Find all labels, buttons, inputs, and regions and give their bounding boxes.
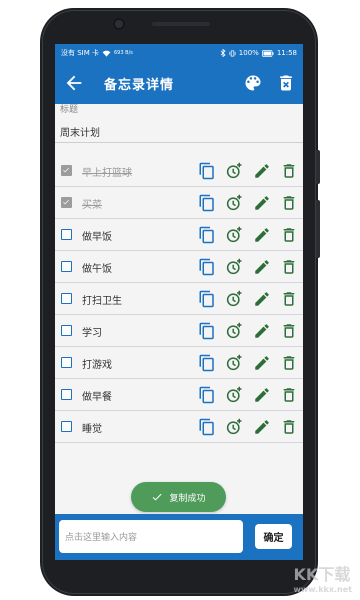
check-icon	[153, 493, 162, 501]
list-item: 打游戏	[55, 347, 303, 379]
item-checkbox[interactable]	[61, 421, 72, 432]
palette-icon[interactable]	[243, 73, 263, 93]
earpiece-speaker	[152, 22, 210, 26]
alarm-add-icon[interactable]	[225, 226, 243, 244]
checkmark-icon	[63, 167, 69, 173]
clock: 11:58	[276, 49, 297, 57]
delete-icon[interactable]	[280, 258, 298, 276]
copy-icon[interactable]	[198, 386, 216, 404]
list-item: 做午饭	[55, 251, 303, 283]
title-field[interactable]: 周末计划	[60, 124, 100, 139]
edit-icon[interactable]	[253, 354, 271, 372]
front-camera	[113, 18, 125, 30]
delete-icon[interactable]	[280, 354, 298, 372]
alarm-add-icon[interactable]	[225, 418, 243, 436]
delete-icon[interactable]	[280, 418, 298, 436]
edit-icon[interactable]	[253, 194, 271, 212]
item-text: 做午饭	[82, 264, 112, 275]
delete-icon[interactable]	[280, 226, 298, 244]
volume-button	[316, 150, 320, 184]
copy-icon[interactable]	[198, 162, 216, 180]
toast-message: 复制成功	[131, 482, 226, 512]
vibrate-icon	[229, 50, 236, 56]
app-screen: 没有 SIM 卡 693 B/s 100% 11:58 备忘录详情 标题 周末计…	[55, 44, 303, 560]
item-checkbox[interactable]	[61, 165, 72, 176]
edit-icon[interactable]	[253, 418, 271, 436]
item-text: 睡觉	[82, 424, 102, 435]
item-checkbox[interactable]	[61, 197, 72, 208]
copy-icon[interactable]	[198, 418, 216, 436]
delete-icon[interactable]	[280, 386, 298, 404]
delete-icon[interactable]	[280, 322, 298, 340]
checkmark-icon	[63, 199, 69, 205]
alarm-add-icon[interactable]	[225, 258, 243, 276]
app-bar: 备忘录详情	[55, 62, 303, 104]
list-item: 做早饭	[55, 219, 303, 251]
item-text: 学习	[82, 328, 102, 339]
alarm-add-icon[interactable]	[225, 290, 243, 308]
copy-icon[interactable]	[198, 258, 216, 276]
item-text: 早上打篮球	[82, 168, 132, 179]
copy-icon[interactable]	[198, 226, 216, 244]
item-checkbox[interactable]	[61, 389, 72, 400]
wifi-icon	[102, 50, 111, 57]
list-item: 打扫卫生	[55, 283, 303, 315]
copy-icon[interactable]	[198, 194, 216, 212]
edit-icon[interactable]	[253, 322, 271, 340]
list-item: 睡觉	[55, 411, 303, 443]
alarm-add-icon[interactable]	[225, 354, 243, 372]
toast-text: 复制成功	[169, 493, 206, 504]
item-text: 做早餐	[82, 392, 112, 403]
delete-icon[interactable]	[280, 162, 298, 180]
edit-icon[interactable]	[253, 290, 271, 308]
network-speed: 693 B/s	[114, 49, 133, 56]
watermark-logo: KK下载 www.kkx.net	[294, 561, 352, 594]
watermark-text: KK下载	[293, 565, 351, 584]
list-item: 做早餐	[55, 379, 303, 411]
item-text: 做早饭	[82, 232, 112, 243]
bluetooth-icon	[220, 49, 226, 57]
item-checkbox[interactable]	[61, 261, 72, 272]
alarm-add-icon[interactable]	[225, 162, 243, 180]
edit-icon[interactable]	[253, 258, 271, 276]
status-bar: 没有 SIM 卡 693 B/s 100% 11:58	[55, 44, 303, 62]
title-underline	[55, 142, 303, 143]
item-checkbox[interactable]	[61, 325, 72, 336]
edit-icon[interactable]	[253, 226, 271, 244]
copy-icon[interactable]	[198, 354, 216, 372]
page-title: 备忘录详情	[104, 78, 175, 93]
alarm-add-icon[interactable]	[225, 386, 243, 404]
alarm-add-icon[interactable]	[225, 194, 243, 212]
item-text: 买菜	[82, 200, 102, 211]
battery-percent: 100%	[238, 49, 259, 57]
alarm-add-icon[interactable]	[225, 322, 243, 340]
copy-icon[interactable]	[198, 290, 216, 308]
item-checkbox[interactable]	[61, 229, 72, 240]
item-checkbox[interactable]	[61, 293, 72, 304]
back-arrow-icon[interactable]	[63, 72, 85, 94]
delete-icon[interactable]	[280, 290, 298, 308]
item-text: 打游戏	[82, 360, 112, 371]
todo-list: 早上打篮球 买菜 做早饭 做午饭 打扫卫生 学习 打游戏 做早餐 睡觉	[55, 155, 303, 443]
delete-forever-icon[interactable]	[276, 73, 296, 93]
edit-icon[interactable]	[253, 386, 271, 404]
item-checkbox[interactable]	[61, 357, 72, 368]
power-button	[316, 200, 320, 258]
copy-icon[interactable]	[198, 322, 216, 340]
battery-icon	[261, 49, 274, 57]
list-item: 学习	[55, 315, 303, 347]
item-input[interactable]: 点击这里输入内容	[59, 520, 243, 553]
list-item: 买菜	[55, 187, 303, 219]
carrier-text: 没有 SIM 卡	[61, 49, 99, 57]
title-field-label: 标题	[60, 105, 79, 115]
delete-icon[interactable]	[280, 194, 298, 212]
watermark-url: www.kkx.net	[293, 585, 352, 594]
item-text: 打扫卫生	[82, 296, 122, 307]
list-item: 早上打篮球	[55, 155, 303, 187]
confirm-button[interactable]: 确定	[255, 524, 292, 549]
edit-icon[interactable]	[253, 162, 271, 180]
